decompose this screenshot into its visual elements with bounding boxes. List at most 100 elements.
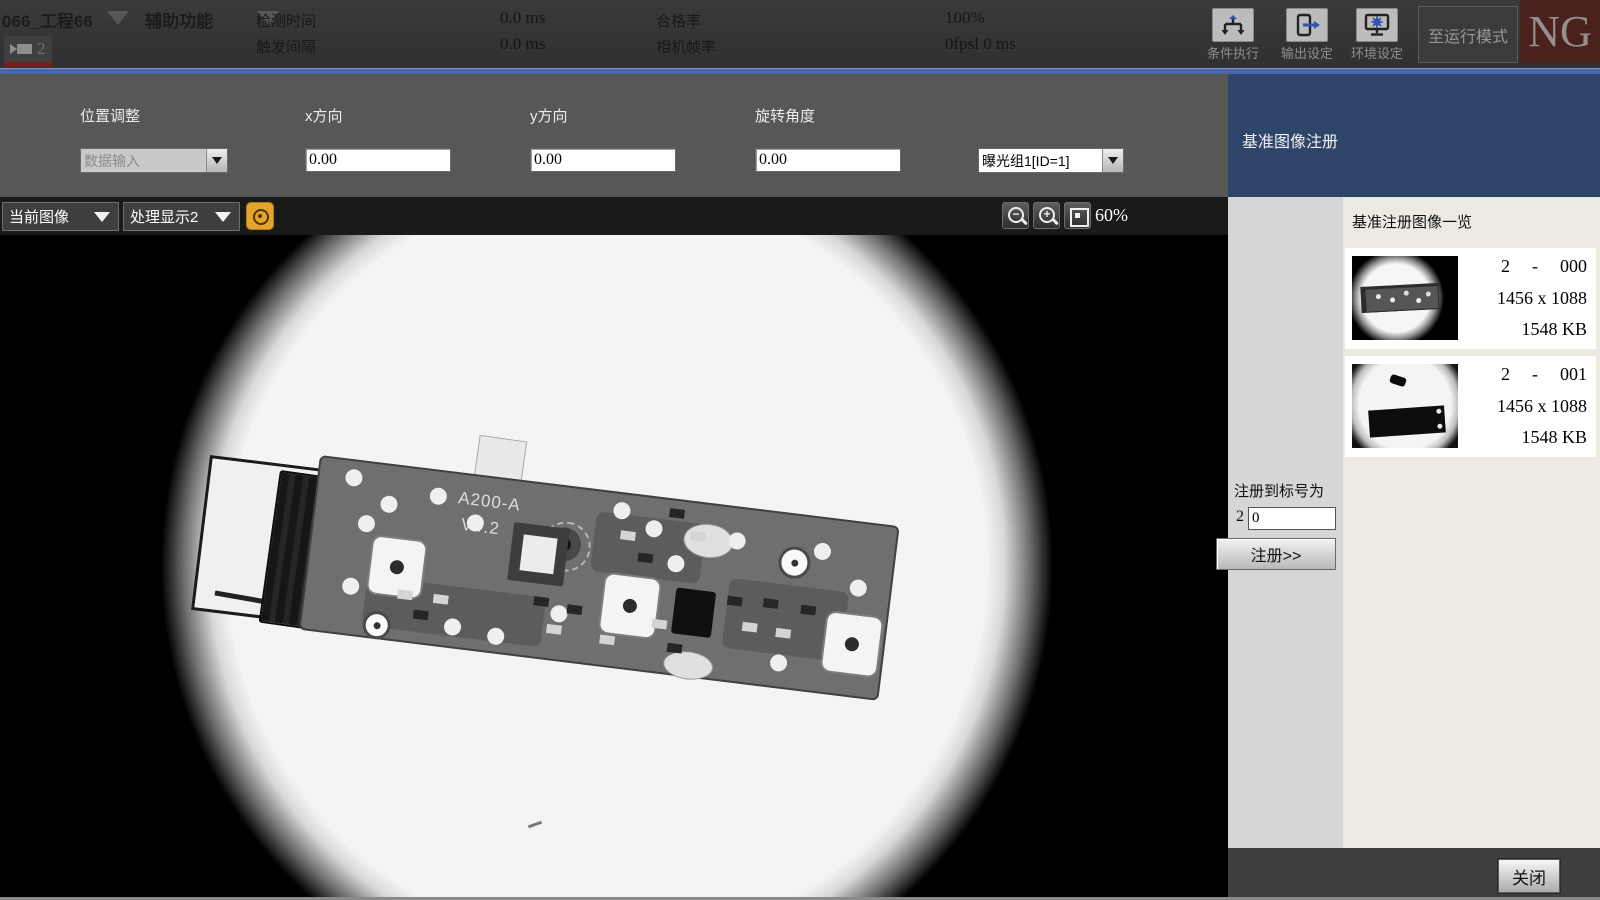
image-list-title: 基准注册图像一览 <box>1352 211 1472 232</box>
stat-label: 触发间隔 <box>256 36 316 57</box>
thumb-pcb-strip <box>1360 283 1439 313</box>
stat-value: 0.0 ms <box>500 34 545 54</box>
output-settings-label: 输出设定 <box>1272 43 1342 62</box>
rotation-angle-label: 旋转角度 <box>755 105 815 126</box>
pcb-button <box>365 534 428 600</box>
chevron-down-icon <box>94 212 110 222</box>
item-sep: - <box>1532 256 1538 277</box>
exposure-group-select[interactable]: 曝光组1[ID=1] <box>978 148 1124 173</box>
pcb-pad <box>769 653 788 672</box>
zoom-fit-button[interactable] <box>1064 202 1091 229</box>
item-size: 1456 x 1088 <box>1465 288 1587 309</box>
pcb-pad <box>357 514 376 533</box>
status-badge-ng: NG <box>1520 0 1600 63</box>
pcb-chip <box>507 522 570 586</box>
pcb-button <box>819 610 884 679</box>
pcb-ic <box>671 587 716 638</box>
item-num: 001 <box>1560 364 1587 385</box>
item-size: 1456 x 1088 <box>1465 396 1587 417</box>
pcb-resistor <box>546 624 562 635</box>
project-title: 066_工程66 <box>2 7 93 32</box>
pcb-resistor <box>413 610 429 621</box>
pcb-button <box>597 572 662 641</box>
camera-image-canvas[interactable]: A200-A V4.2 <box>0 235 1228 897</box>
stat-value: 0fpsl 0 ms <box>945 34 1016 54</box>
chevron-down-icon <box>215 212 231 222</box>
vision-app-window: 066_工程66 辅助功能 2 检测时间 0.0 ms 触发间隔 0.0 ms … <box>0 0 1600 900</box>
pcb-resistor <box>397 590 413 601</box>
register-button[interactable]: 注册>> <box>1216 538 1336 570</box>
display-mode-select[interactable]: 处理显示2 <box>123 202 240 231</box>
rotation-angle-input[interactable] <box>755 148 901 172</box>
pcb-pad <box>549 604 568 623</box>
exposure-group-value: 曝光组1[ID=1] <box>979 151 1102 171</box>
position-adjust-panel: 位置调整 数据输入 x方向 y方向 旋转角度 曝光组1[ID=1] <box>0 74 1228 197</box>
camera-badge[interactable]: 2 <box>4 36 52 62</box>
pcb-pad <box>813 542 832 561</box>
pcb-board: A200-A V4.2 <box>299 455 900 701</box>
debris-speck <box>528 821 542 829</box>
pcb-resistor <box>742 622 758 633</box>
live-camera-button[interactable] <box>246 202 274 230</box>
stat-label: 相机帧率 <box>656 36 716 57</box>
output-settings-button[interactable] <box>1286 8 1328 42</box>
chevron-down-icon <box>107 11 129 25</box>
item-bytes: 1548 KB <box>1465 319 1587 340</box>
pcb-resistor <box>637 553 653 564</box>
export-icon <box>1286 8 1328 42</box>
pcb-resistor <box>727 596 743 607</box>
zoom-level: 60% <box>1095 205 1128 226</box>
reference-thumbnail <box>1352 364 1458 448</box>
pcb-ring-pad <box>777 545 813 581</box>
x-direction-input[interactable] <box>305 148 451 172</box>
environment-settings-button[interactable] <box>1356 8 1398 42</box>
chevron-down-icon[interactable] <box>1102 149 1123 172</box>
list-item[interactable]: 2 - 000 1456 x 1088 1548 KB <box>1345 248 1596 349</box>
pcb-resistor <box>433 594 449 605</box>
camera-count: 2 <box>37 39 46 59</box>
item-num: 000 <box>1560 256 1587 277</box>
pcb-resistor <box>599 634 615 645</box>
pcb-pad <box>345 468 364 487</box>
project-menu[interactable]: 066_工程66 <box>2 7 129 32</box>
environment-settings-label: 环境设定 <box>1342 43 1412 62</box>
condition-exec-label: 条件执行 <box>1198 43 1268 62</box>
footer-bar: 关闭 <box>1228 848 1600 900</box>
reference-register-title: 基准图像注册 <box>1242 128 1338 152</box>
pcb-resistor <box>690 531 706 542</box>
thumb-blob <box>1389 374 1407 388</box>
viewer-toolbar: 当前图像 处理显示2 − + 60% <box>0 197 1228 235</box>
y-direction-input[interactable] <box>530 148 676 172</box>
register-column: 注册到标号为 2 注册>> <box>1228 197 1343 848</box>
zoom-out-button[interactable]: − <box>1002 202 1029 229</box>
register-number-input[interactable] <box>1248 507 1336 530</box>
image-source-select[interactable]: 当前图像 <box>2 202 119 231</box>
camera-icon <box>10 44 17 54</box>
list-item[interactable]: 2 - 001 1456 x 1088 1548 KB <box>1345 356 1596 457</box>
run-mode-button[interactable]: 至运行模式 <box>1418 6 1518 63</box>
pcb-pad <box>341 577 360 596</box>
branch-icon <box>1212 8 1254 42</box>
stat-label: 合格率 <box>656 10 701 31</box>
pcb-resistor <box>620 530 636 541</box>
camera-badge-underline <box>4 62 52 67</box>
zoom-in-button[interactable]: + <box>1033 202 1060 229</box>
chevron-down-icon[interactable] <box>206 149 227 172</box>
pcb-resistor <box>800 605 816 616</box>
reference-thumbnail <box>1352 256 1458 340</box>
fit-screen-icon <box>1070 208 1089 227</box>
register-target-index: 2 <box>1236 508 1244 526</box>
position-source-select[interactable]: 数据输入 <box>80 148 228 173</box>
pcb-resistor <box>651 619 667 630</box>
pcb-resistor <box>567 604 583 615</box>
position-source-value: 数据输入 <box>81 151 206 171</box>
pcb-pad <box>380 495 399 514</box>
position-adjust-label: 位置调整 <box>80 105 140 126</box>
display-mode-value: 处理显示2 <box>124 206 215 227</box>
pcb-resistor <box>763 598 779 609</box>
x-direction-label: x方向 <box>305 105 343 126</box>
stat-label: 检测时间 <box>256 10 316 31</box>
condition-exec-button[interactable] <box>1212 8 1254 42</box>
close-button[interactable]: 关闭 <box>1498 859 1560 893</box>
pcb-resistor <box>669 508 685 519</box>
